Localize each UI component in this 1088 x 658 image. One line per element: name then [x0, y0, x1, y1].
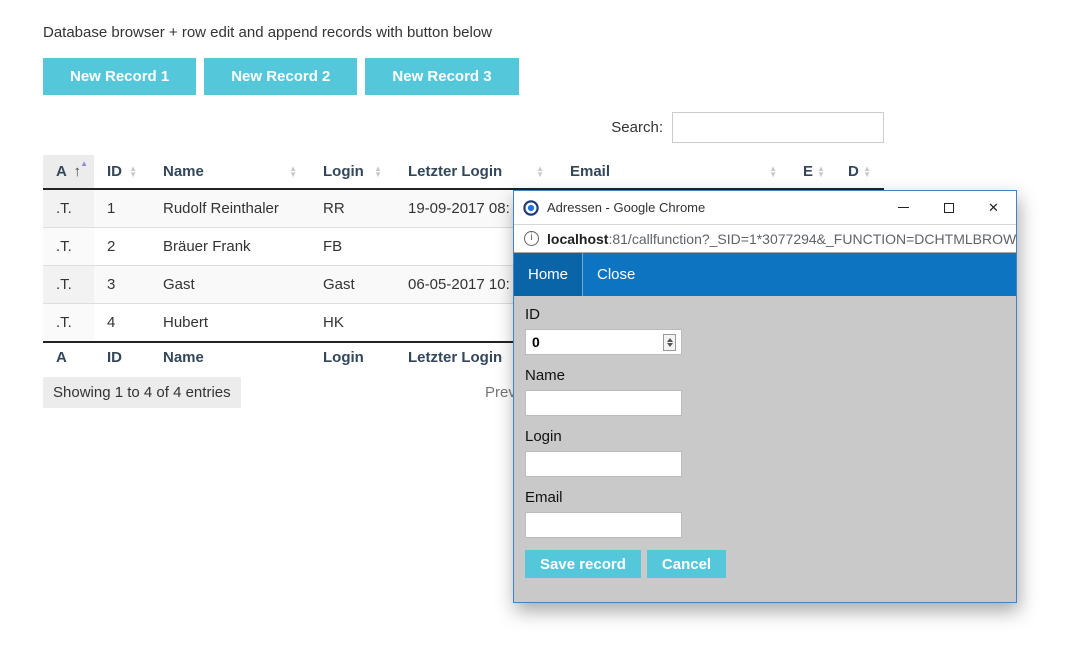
minimize-button[interactable] [881, 191, 926, 224]
sort-icon [863, 166, 871, 178]
cell-name[interactable]: Rudolf Reinthaler [150, 189, 310, 228]
cell-id[interactable]: 4 [94, 304, 150, 343]
sort-icon [536, 166, 544, 178]
column-header-email[interactable]: Email [557, 155, 790, 189]
table-header-row: A ID Name Login Letzter Login Email [43, 155, 884, 189]
cell-id[interactable]: 1 [94, 189, 150, 228]
column-header-name-label: Name [163, 163, 204, 180]
nav-item-close[interactable]: Close [583, 253, 649, 296]
maximize-button[interactable] [926, 191, 971, 224]
save-record-button[interactable]: Save record [525, 550, 641, 578]
cell-a[interactable]: .T. [43, 266, 94, 304]
column-header-e-label: E [803, 163, 813, 180]
cell-name[interactable]: Hubert [150, 304, 310, 343]
maximize-icon [944, 203, 954, 213]
number-spinner-icon[interactable] [663, 334, 676, 351]
column-header-letzter-login[interactable]: Letzter Login [395, 155, 557, 189]
column-header-d-label: D [848, 163, 859, 180]
column-header-id[interactable]: ID [94, 155, 150, 189]
column-header-d[interactable]: D [835, 155, 884, 189]
popup-navbar: Home Close [514, 253, 1016, 296]
cell-login[interactable]: Gast [310, 266, 395, 304]
column-header-id-label: ID [107, 163, 122, 180]
chrome-icon [523, 200, 539, 216]
login-field[interactable] [525, 451, 682, 477]
column-header-login-label: Login [323, 163, 364, 180]
footer-header-a: A [43, 342, 94, 372]
sort-icon [817, 166, 825, 178]
spinner-up-icon [667, 338, 673, 342]
cell-name[interactable]: Gast [150, 266, 310, 304]
search-input[interactable] [672, 112, 884, 143]
footer-header-id: ID [94, 342, 150, 372]
form-button-row: Save record Cancel [525, 550, 1005, 578]
cell-id[interactable]: 3 [94, 266, 150, 304]
record-edit-form: ID Name Login Email Save record Cancel [514, 296, 1016, 602]
column-header-email-label: Email [570, 163, 610, 180]
popup-window: Adressen - Google Chrome localhost:81/ca… [513, 190, 1017, 603]
column-header-login[interactable]: Login [310, 155, 395, 189]
table-info: Showing 1 to 4 of 4 entries [43, 377, 241, 408]
footer-header-name: Name [150, 342, 310, 372]
page-title: Database browser + row edit and append r… [43, 24, 492, 41]
new-record-2-button[interactable]: New Record 2 [204, 58, 357, 95]
cancel-button[interactable]: Cancel [647, 550, 726, 578]
window-controls [881, 191, 1016, 224]
new-record-1-button[interactable]: New Record 1 [43, 58, 196, 95]
email-field[interactable] [525, 512, 682, 538]
column-header-e[interactable]: E [790, 155, 835, 189]
page: Database browser + row edit and append r… [0, 0, 1088, 658]
footer-header-login: Login [310, 342, 395, 372]
id-field-wrap [525, 329, 682, 355]
address-bar[interactable]: localhost:81/callfunction?_SID=1*3077294… [514, 224, 1016, 253]
name-field[interactable] [525, 390, 682, 416]
new-record-button-row: New Record 1 New Record 2 New Record 3 [43, 58, 519, 95]
url-path: :81/callfunction?_SID=1*3077294&_FUNCTIO… [608, 231, 1016, 247]
cell-login[interactable]: FB [310, 228, 395, 266]
nav-item-home[interactable]: Home [514, 253, 583, 296]
new-record-3-button[interactable]: New Record 3 [365, 58, 518, 95]
sort-icon [769, 166, 777, 178]
url-host: localhost [547, 231, 608, 247]
email-field-label: Email [525, 489, 1005, 506]
sort-ascending-icon [74, 163, 82, 180]
window-titlebar[interactable]: Adressen - Google Chrome [514, 191, 1016, 224]
cell-id[interactable]: 2 [94, 228, 150, 266]
id-field-label: ID [525, 306, 1005, 323]
column-header-letzter-login-label: Letzter Login [408, 163, 502, 180]
window-title: Adressen - Google Chrome [547, 200, 881, 215]
close-window-button[interactable] [971, 191, 1016, 224]
close-icon [988, 201, 999, 214]
cell-name[interactable]: Bräuer Frank [150, 228, 310, 266]
search-label: Search: [611, 119, 663, 136]
cell-a[interactable]: .T. [43, 304, 94, 343]
url-text: localhost:81/callfunction?_SID=1*3077294… [547, 231, 1016, 247]
sort-icon [129, 166, 137, 178]
spinner-down-icon [667, 343, 673, 347]
page-info-icon[interactable] [524, 231, 539, 246]
cell-a[interactable]: .T. [43, 228, 94, 266]
cell-login[interactable]: RR [310, 189, 395, 228]
cell-login[interactable]: HK [310, 304, 395, 343]
minimize-icon [898, 207, 909, 208]
id-field[interactable] [525, 329, 682, 355]
name-field-label: Name [525, 367, 1005, 384]
column-header-name[interactable]: Name [150, 155, 310, 189]
cell-a[interactable]: .T. [43, 189, 94, 228]
sort-icon [374, 166, 382, 178]
column-header-a-label: A [56, 163, 67, 180]
column-header-a[interactable]: A [43, 155, 94, 189]
login-field-label: Login [525, 428, 1005, 445]
table-search-bar: Search: [43, 112, 884, 143]
sort-icon [289, 166, 297, 178]
